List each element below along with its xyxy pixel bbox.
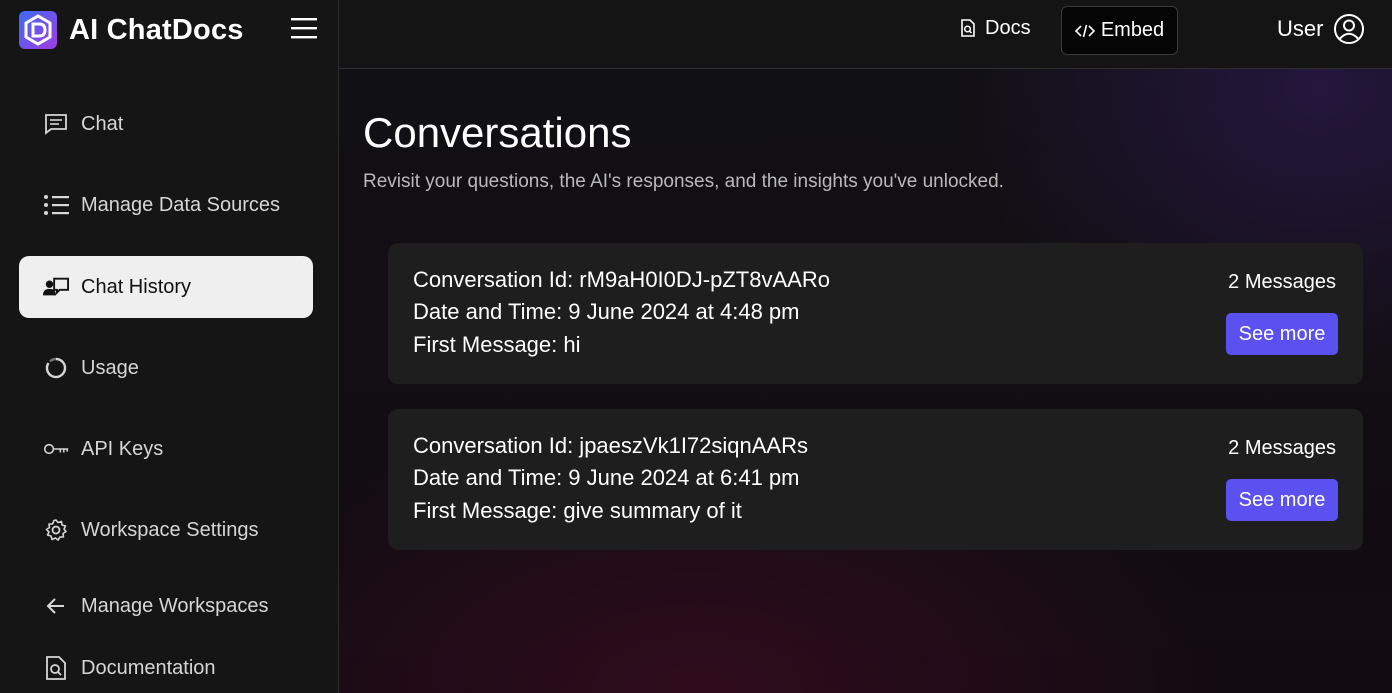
sidebar-item-chat[interactable]: Chat [19, 93, 313, 155]
sidebar-item-documentation[interactable]: Documentation [19, 637, 313, 693]
gear-icon [43, 517, 69, 543]
embed-label: Embed [1100, 19, 1165, 41]
conversation-id: Conversation Id: jpaeszVk1I72siqnAARs [413, 433, 808, 458]
hamburger-menu-icon[interactable] [291, 17, 317, 39]
user-label: User [1277, 16, 1324, 41]
sidebar-item-label: Chat [81, 112, 124, 135]
sidebar-item-label: Chat History [81, 275, 192, 298]
chat-icon [43, 111, 69, 137]
conversation-first-message: First Message: give summary of it [413, 498, 742, 523]
sidebar-item-label: Workspace Settings [81, 518, 259, 541]
conversation-card[interactable]: Conversation Id: jpaeszVk1I72siqnAARs Da… [388, 409, 1363, 550]
conversation-card[interactable]: Conversation Id: rM9aH0I0DJ-pZT8vAARo Da… [388, 243, 1363, 384]
message-count: 2 Messages [1228, 437, 1336, 459]
brand-logo-icon [19, 11, 57, 49]
user-menu[interactable]: User [1277, 12, 1365, 46]
conversation-id: Conversation Id: rM9aH0I0DJ-pZT8vAARo [413, 267, 830, 292]
key-icon [43, 436, 69, 462]
app-root: AI ChatDocs Chat Manage Data Sources Cha… [0, 0, 1392, 693]
sidebar-item-label: Manage Data Sources [81, 193, 281, 216]
page-title: Conversations [363, 109, 632, 156]
sidebar-item-manage-data-sources[interactable]: Manage Data Sources [19, 174, 313, 236]
top-header: Docs Embed User [339, 0, 1392, 69]
usage-icon [43, 355, 69, 381]
sidebar-item-manage-workspaces[interactable]: Manage Workspaces [19, 575, 313, 637]
see-more-button[interactable]: See more [1226, 479, 1338, 521]
sidebar-item-label: Usage [81, 356, 139, 379]
sidebar-item-label: Documentation [81, 656, 216, 679]
chat-history-icon [43, 274, 69, 300]
document-icon [43, 655, 69, 681]
brand[interactable]: AI ChatDocs [19, 11, 244, 49]
conversation-datetime: Date and Time: 9 June 2024 at 6:41 pm [413, 465, 800, 490]
brand-name: AI ChatDocs [69, 13, 244, 46]
main-content: Conversations Revisit your questions, th… [339, 69, 1392, 693]
conversation-first-message: First Message: hi [413, 332, 581, 357]
arrow-left-icon [43, 593, 69, 619]
sidebar-item-usage[interactable]: Usage [19, 337, 313, 399]
sidebar-item-label: API Keys [81, 437, 164, 460]
document-search-icon [961, 19, 975, 37]
docs-link[interactable]: Docs [959, 14, 1031, 42]
docs-label: Docs [985, 16, 1031, 39]
see-more-button[interactable]: See more [1226, 313, 1338, 355]
sidebar-item-api-keys[interactable]: API Keys [19, 418, 313, 480]
user-avatar-icon [1334, 14, 1365, 44]
sidebar-item-chat-history[interactable]: Chat History [19, 256, 313, 318]
embed-button[interactable]: Embed [1061, 6, 1178, 55]
list-icon [43, 192, 69, 218]
message-count: 2 Messages [1228, 271, 1336, 293]
sidebar-item-workspace-settings[interactable]: Workspace Settings [19, 499, 313, 561]
page-subtitle: Revisit your questions, the AI's respons… [363, 171, 1004, 192]
conversation-datetime: Date and Time: 9 June 2024 at 4:48 pm [413, 299, 800, 324]
sidebar: AI ChatDocs Chat Manage Data Sources Cha… [0, 0, 339, 693]
sidebar-item-label: Manage Workspaces [81, 594, 269, 617]
code-icon [1074, 24, 1095, 37]
